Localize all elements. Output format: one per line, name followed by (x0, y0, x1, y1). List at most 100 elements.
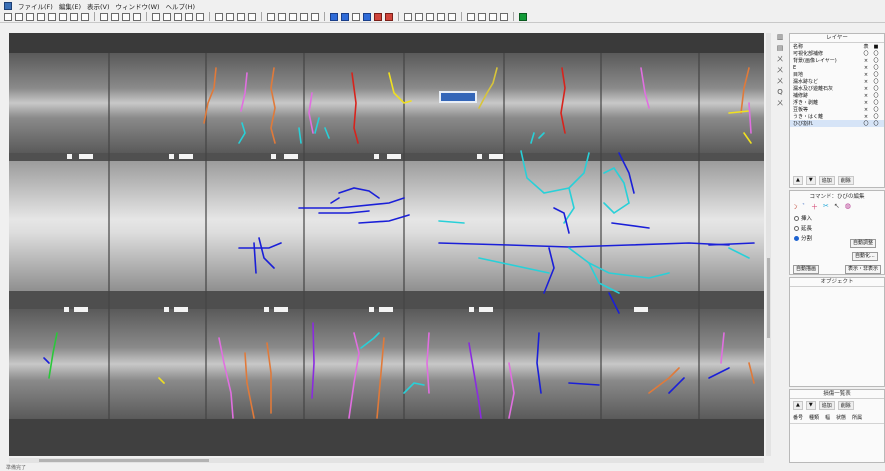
camera-icon[interactable] (437, 12, 445, 21)
layer-toggle[interactable]: × (861, 86, 871, 92)
layer-toggle[interactable]: × (861, 114, 871, 120)
layer-row[interactable]: 漏水跡など × 〇 (790, 78, 884, 86)
window-icon[interactable] (500, 12, 508, 21)
layer-row[interactable]: 可視化部補修 〇〇 (790, 50, 884, 57)
chart-icon[interactable] (374, 12, 382, 21)
layout-icon[interactable] (289, 12, 297, 21)
grid-icon[interactable] (111, 12, 119, 21)
layout-icon[interactable] (311, 12, 319, 21)
cut-icon[interactable] (48, 12, 56, 21)
chart-icon[interactable] (385, 12, 393, 21)
layer-toggle[interactable]: × (861, 65, 871, 71)
pointer-icon[interactable] (215, 12, 223, 21)
layer-row[interactable]: 背景(画像レイヤー) × 〇 (790, 57, 884, 65)
side-tool-icon[interactable]: Q (776, 88, 785, 96)
layer-toggle[interactable]: 〇 (871, 64, 881, 71)
layer-row[interactable]: 目地 × 〇 (790, 71, 884, 79)
pointer-icon[interactable]: ↖ (834, 202, 840, 212)
menu-window[interactable]: ウィンドウ(W) (116, 1, 160, 11)
layer-toggle[interactable]: × (861, 100, 871, 106)
add-button[interactable]: 追加 (818, 401, 835, 410)
layer-row[interactable]: E × 〇 (790, 64, 884, 72)
auto-adjust-button[interactable]: 自動調整 (850, 239, 877, 248)
table-icon[interactable] (426, 12, 434, 21)
option-insert[interactable]: 挿入 (790, 213, 884, 223)
side-tool-icon[interactable]: ㄨ (776, 77, 785, 85)
layer-row[interactable]: 浮き・剥離 × 〇 (790, 99, 884, 107)
pan-icon[interactable] (196, 12, 204, 21)
stop-icon[interactable] (519, 12, 527, 21)
layer-toggle[interactable]: × (861, 79, 871, 85)
side-tool-icon[interactable]: ㄨ (776, 55, 785, 63)
menu-file[interactable]: ファイル(F) (18, 1, 53, 11)
save-icon[interactable] (26, 12, 34, 21)
move-down-button[interactable]: ▼ (805, 401, 816, 410)
map-icon[interactable] (478, 12, 486, 21)
select-icon[interactable] (226, 12, 234, 21)
radio-icon[interactable] (794, 235, 799, 241)
menu-edit[interactable]: 編集(E) (59, 1, 81, 11)
menu-view[interactable]: 表示(V) (87, 1, 110, 11)
new-file-icon[interactable] (4, 12, 12, 21)
column-header[interactable]: 番号 (793, 414, 803, 421)
rotate-icon[interactable] (404, 12, 412, 21)
layer-row[interactable]: うき・はく離 × 〇 (790, 113, 884, 121)
layer-toggle[interactable]: 〇 (871, 50, 881, 57)
image-icon[interactable] (341, 12, 349, 21)
move-down-button[interactable]: ▼ (805, 176, 816, 185)
auto-draw-button[interactable]: 自動描画 (793, 265, 820, 274)
layer-toggle[interactable]: 〇 (871, 71, 881, 78)
scroll-thumb[interactable] (39, 459, 209, 462)
radio-icon[interactable] (794, 225, 799, 231)
image-viewer[interactable] (9, 33, 764, 456)
layer-toggle[interactable]: × (861, 93, 871, 99)
radio-icon[interactable] (794, 215, 799, 221)
scroll-thumb[interactable] (767, 258, 770, 338)
image-icon[interactable] (330, 12, 338, 21)
menu-help[interactable]: ヘルプ(H) (166, 1, 195, 11)
column-header[interactable]: 状態 (836, 414, 846, 421)
layout-icon[interactable] (267, 12, 275, 21)
link-icon[interactable] (237, 12, 245, 21)
move-up-button[interactable]: ▲ (793, 176, 803, 185)
grid-icon[interactable] (133, 12, 141, 21)
paste-icon[interactable] (70, 12, 78, 21)
layer-row[interactable]: ひび割れ 〇〇 (790, 120, 884, 127)
list-icon[interactable] (352, 12, 360, 21)
side-tool-icon[interactable]: ㄨ (776, 99, 785, 107)
zoom-out-icon[interactable] (185, 12, 193, 21)
add-layer-button[interactable]: 追加 (818, 176, 835, 185)
side-tool-icon[interactable]: ▤ (776, 44, 785, 52)
layout-icon[interactable] (278, 12, 286, 21)
layer-toggle[interactable]: 〇 (871, 85, 881, 92)
side-tool-icon[interactable]: ▥ (776, 33, 785, 41)
layer-toggle[interactable]: 〇 (871, 120, 881, 127)
layout-icon[interactable] (300, 12, 308, 21)
layer-toggle[interactable]: 〇 (871, 113, 881, 120)
option-extend[interactable]: 延長 (790, 223, 884, 233)
column-header[interactable]: 所属 (852, 414, 862, 421)
export-icon[interactable] (467, 12, 475, 21)
layer-toggle[interactable]: 〇 (861, 50, 871, 57)
layer-row[interactable]: 豆板等 × 〇 (790, 106, 884, 114)
rect-icon[interactable] (100, 12, 108, 21)
image-icon[interactable] (363, 12, 371, 21)
automate-button[interactable]: 自動化... (852, 252, 878, 261)
delete-layer-button[interactable]: 削除 (837, 176, 854, 185)
text-icon[interactable] (248, 12, 256, 21)
side-tool-icon[interactable]: ㄨ (776, 66, 785, 74)
layer-toggle[interactable]: × (861, 72, 871, 78)
gear-icon[interactable] (448, 12, 456, 21)
layer-row[interactable]: 補修跡 × 〇 (790, 92, 884, 100)
copy-icon[interactable] (59, 12, 67, 21)
grid-icon[interactable] (122, 12, 130, 21)
split-icon[interactable]: ✂ (823, 202, 829, 212)
layer-toggle[interactable]: × (861, 107, 871, 113)
printer-icon[interactable] (81, 12, 89, 21)
layer-toggle[interactable]: 〇 (871, 106, 881, 113)
move-up-button[interactable]: ▲ (793, 401, 803, 410)
print-icon[interactable] (37, 12, 45, 21)
toggle-visibility-button[interactable]: 表示・非表示 (845, 265, 882, 274)
tool-icon[interactable] (489, 12, 497, 21)
plus-icon[interactable]: ＋ (811, 202, 818, 212)
